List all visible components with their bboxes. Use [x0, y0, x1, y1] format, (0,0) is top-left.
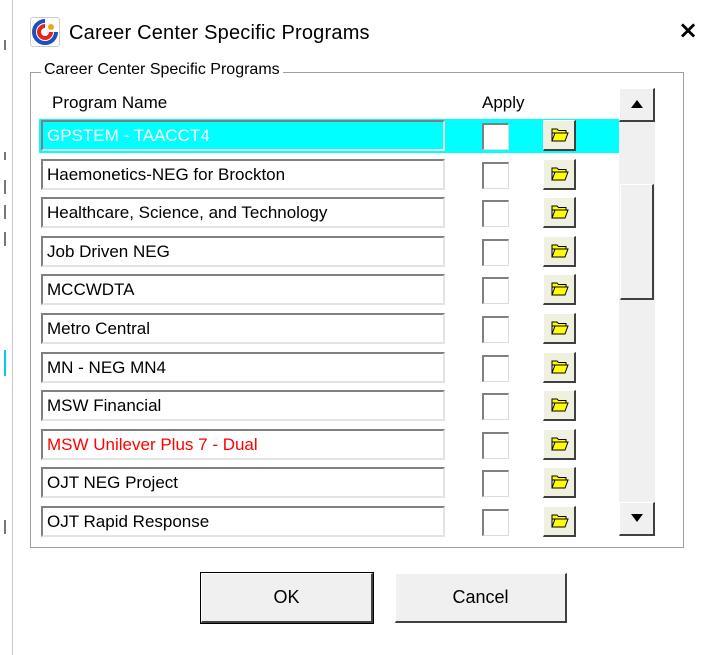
folder-open-icon	[551, 398, 569, 412]
scrollbar-thumb[interactable]	[620, 184, 654, 300]
program-name-field[interactable]: Healthcare, Science, and Technology	[41, 197, 445, 228]
open-program-button[interactable]	[543, 390, 576, 421]
folder-open-icon	[551, 437, 569, 451]
open-program-button[interactable]	[543, 313, 576, 344]
apply-checkbox[interactable]	[482, 162, 509, 189]
program-name-field[interactable]: MN - NEG MN4	[41, 352, 445, 383]
background-mark	[4, 205, 6, 219]
scroll-up-button[interactable]	[619, 88, 655, 122]
apply-checkbox[interactable]	[482, 509, 509, 536]
apply-checkbox[interactable]	[482, 239, 509, 266]
program-name-field[interactable]: Haemonetics-NEG for Brockton	[41, 159, 445, 190]
background-mark	[4, 180, 6, 194]
folder-open-icon	[551, 167, 569, 181]
cancel-button[interactable]: Cancel	[395, 573, 567, 623]
close-icon[interactable]: ×	[675, 16, 701, 44]
vertical-scrollbar[interactable]	[619, 88, 655, 536]
background-mark	[4, 520, 6, 534]
program-name-field[interactable]: GPSTEM - TAACCT4	[41, 120, 445, 151]
window-title: Career Center Specific Programs	[69, 22, 370, 44]
career-center-programs-dialog: Career Center Specific Programs × Career…	[12, 0, 703, 655]
open-program-button[interactable]	[543, 197, 576, 228]
program-name-field[interactable]: Metro Central	[41, 313, 445, 344]
apply-checkbox[interactable]	[482, 470, 509, 497]
folder-open-icon	[551, 475, 569, 489]
arrow-up-icon	[631, 100, 643, 108]
folder-open-icon	[551, 244, 569, 258]
title-bar[interactable]: Career Center Specific Programs ×	[13, 0, 703, 60]
open-program-button[interactable]	[543, 352, 576, 383]
program-name-field[interactable]: Job Driven NEG	[41, 236, 445, 267]
folder-open-icon	[551, 205, 569, 219]
folder-open-icon	[551, 128, 569, 142]
program-name-field[interactable]: OJT Rapid Response	[41, 506, 445, 537]
column-header-apply: Apply	[482, 93, 525, 112]
open-program-button[interactable]	[543, 120, 576, 151]
folder-open-icon	[551, 321, 569, 335]
open-program-button[interactable]	[543, 506, 576, 537]
apply-checkbox[interactable]	[482, 355, 509, 382]
groupbox-label: Career Center Specific Programs	[41, 61, 283, 79]
program-name-field[interactable]: MSW Unilever Plus 7 - Dual	[41, 429, 445, 460]
apply-checkbox[interactable]	[482, 432, 509, 459]
program-name-field[interactable]: OJT NEG Project	[41, 467, 445, 498]
open-program-button[interactable]	[543, 429, 576, 460]
open-program-button[interactable]	[543, 159, 576, 190]
column-header-program-name: Program Name	[52, 93, 168, 112]
apply-checkbox[interactable]	[482, 200, 509, 227]
background-mark	[4, 350, 6, 376]
apply-checkbox[interactable]	[482, 277, 509, 304]
background-mark	[4, 152, 6, 160]
apply-checkbox[interactable]	[482, 123, 509, 150]
arrow-down-icon	[631, 514, 643, 522]
open-program-button[interactable]	[543, 274, 576, 305]
background-mark	[4, 40, 6, 50]
program-name-field[interactable]: MSW Financial	[41, 390, 445, 421]
open-program-button[interactable]	[543, 236, 576, 267]
app-logo-icon	[30, 17, 60, 47]
folder-open-icon	[551, 514, 569, 528]
program-name-field[interactable]: MCCWDTA	[41, 274, 445, 305]
ok-button[interactable]: OK	[200, 572, 374, 624]
scroll-down-button[interactable]	[619, 502, 655, 536]
apply-checkbox[interactable]	[482, 393, 509, 420]
folder-open-icon	[551, 282, 569, 296]
open-program-button[interactable]	[543, 467, 576, 498]
apply-checkbox[interactable]	[482, 316, 509, 343]
folder-open-icon	[551, 360, 569, 374]
background-mark	[4, 232, 6, 246]
